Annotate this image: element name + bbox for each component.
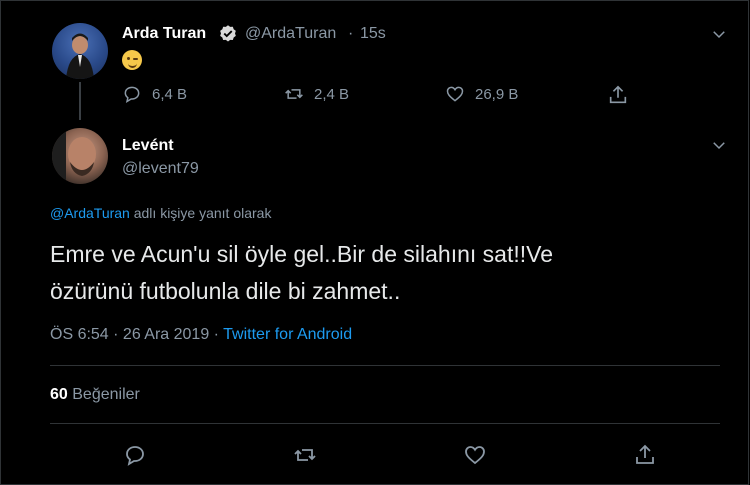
divider-bottom — [50, 423, 720, 424]
share-icon[interactable] — [633, 443, 657, 467]
tweet-meta: ÖS 6:54 · 26 Ara 2019 · Twitter for Andr… — [50, 326, 352, 344]
chevron-down-icon[interactable] — [710, 136, 728, 154]
likes-total: 60 — [50, 386, 68, 403]
reply-count: 6,4 B — [152, 85, 188, 103]
tweet-body: Emre ve Acun'u sil öyle gel..Bir de sila… — [50, 236, 700, 310]
likes-label: Beğeniler — [72, 386, 140, 403]
avatar-levent[interactable] — [52, 128, 108, 184]
retweet-icon — [285, 89, 303, 99]
verified-badge-icon — [220, 25, 236, 42]
divider-top — [50, 365, 720, 366]
like-action[interactable]: 26,9 B — [445, 84, 518, 104]
replying-to-mention[interactable]: @ArdaTuran — [50, 205, 130, 221]
reply-author-name[interactable]: Levént — [122, 137, 174, 155]
retweet-count: 2,4 B — [314, 85, 350, 103]
reply-icon[interactable] — [123, 443, 147, 467]
reply-author-handle[interactable]: @levent79 — [122, 160, 199, 178]
heart-icon — [446, 86, 464, 102]
reply-action[interactable]: 6,4 B — [122, 84, 187, 104]
heart-icon[interactable] — [463, 443, 487, 467]
winking-face-emoji — [122, 50, 142, 70]
author-name[interactable]: Arda Turan — [122, 25, 206, 43]
tweet-source-link[interactable]: Twitter for Android — [223, 326, 352, 343]
retweet-icon[interactable] — [293, 443, 317, 467]
replying-to-suffix: adlı kişiye yanıt olarak — [133, 205, 272, 221]
reply-icon — [124, 86, 140, 104]
likes-summary[interactable]: 60 Beğeniler — [50, 386, 140, 404]
thread-connector-line — [79, 82, 81, 120]
retweet-action[interactable]: 2,4 B — [284, 84, 349, 104]
tweet-timestamp[interactable]: ÖS 6:54 · 26 Ara 2019 · — [50, 326, 219, 343]
separator-dot: · — [348, 25, 354, 42]
tweet-body-line-1: Emre ve Acun'u sil öyle gel..Bir de sila… — [50, 241, 553, 267]
avatar-arda-turan[interactable] — [52, 23, 108, 79]
author-handle[interactable]: @ArdaTuran — [245, 25, 336, 43]
replying-to-line: @ArdaTuran adlı kişiye yanıt olarak — [50, 205, 271, 221]
like-count: 26,9 B — [475, 85, 519, 103]
tweet-body-line-2: özürünü futbolunla dile bi zahmet.. — [50, 278, 401, 304]
chevron-down-icon[interactable] — [710, 25, 728, 43]
share-icon[interactable] — [607, 84, 629, 106]
tweet-time[interactable]: 15s — [360, 25, 386, 43]
